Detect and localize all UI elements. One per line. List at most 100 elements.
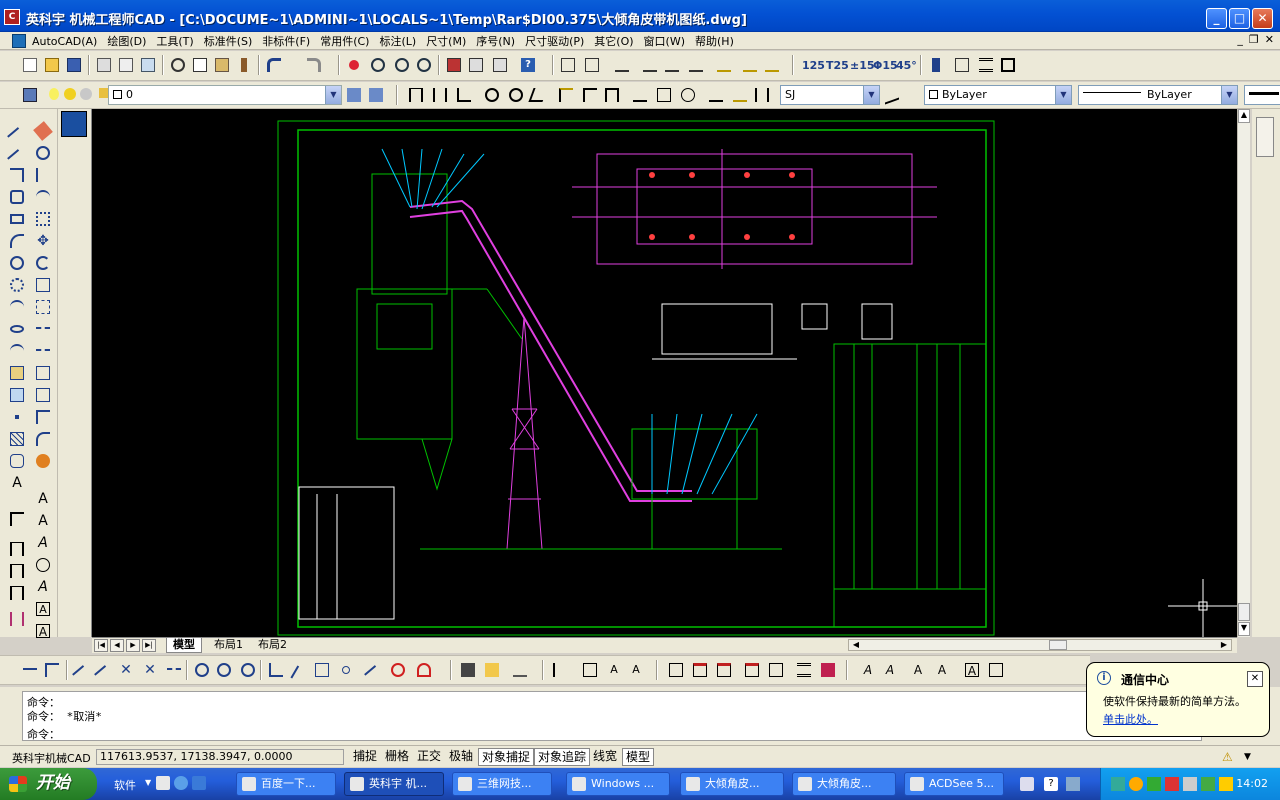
polar-toggle[interactable]: 极轴 bbox=[446, 748, 476, 766]
dim-style-6-icon[interactable] bbox=[740, 55, 760, 75]
calculator-icon[interactable] bbox=[818, 660, 838, 680]
dim-plusminus[interactable]: ±15 bbox=[850, 59, 875, 72]
redo-icon[interactable] bbox=[304, 55, 324, 75]
snap-midpoint-icon[interactable] bbox=[94, 660, 114, 685]
osnap-toggle[interactable]: 对象捕捉 bbox=[478, 748, 535, 766]
text-tool-b-icon[interactable]: A bbox=[880, 660, 900, 680]
tool-b-icon[interactable] bbox=[580, 660, 600, 680]
quicklaunch-software[interactable]: 软件 bbox=[114, 777, 136, 793]
linetype-dropdown[interactable]: ByLayer ▼ bbox=[1078, 85, 1238, 105]
task-baidu[interactable]: 百度一下... bbox=[236, 772, 336, 796]
text-justify-icon[interactable]: A bbox=[33, 621, 53, 641]
text-tool-c-icon[interactable]: A bbox=[908, 660, 928, 680]
vertical-scrollbar[interactable]: ▲ ▼ bbox=[1237, 109, 1250, 637]
quicklaunch-chevron-icon[interactable]: ▼ bbox=[145, 778, 151, 787]
volume-icon[interactable] bbox=[1183, 777, 1197, 791]
text-tool-e-icon[interactable]: A bbox=[962, 660, 982, 680]
snap-endpoint-icon[interactable] bbox=[72, 660, 92, 685]
mirror-icon[interactable] bbox=[33, 165, 53, 185]
help-icon[interactable]: ? bbox=[518, 55, 538, 75]
dim-text-edit-icon[interactable] bbox=[730, 85, 750, 105]
publish-icon[interactable] bbox=[138, 55, 158, 75]
model-space-toggle[interactable]: 模型 bbox=[622, 748, 655, 766]
undo-icon[interactable] bbox=[264, 55, 284, 75]
paste-icon[interactable] bbox=[212, 55, 232, 75]
break-at-point-icon[interactable] bbox=[33, 363, 53, 383]
table-b-icon[interactable] bbox=[690, 660, 710, 680]
ellipse-arc-icon[interactable] bbox=[7, 341, 27, 361]
properties-icon[interactable] bbox=[444, 55, 464, 75]
ellipse-icon[interactable] bbox=[7, 319, 27, 339]
grid-table-icon[interactable] bbox=[558, 55, 578, 75]
print-plot-icon[interactable] bbox=[458, 660, 478, 680]
tool-palettes-icon[interactable] bbox=[490, 55, 510, 75]
keyboard-icon[interactable] bbox=[1020, 777, 1034, 791]
osnap-settings-icon[interactable] bbox=[414, 660, 434, 680]
dim-edit-text-icon[interactable] bbox=[706, 85, 726, 105]
dim-angle[interactable]: 45° bbox=[896, 59, 917, 72]
scroll-down-icon[interactable]: ▼ bbox=[1238, 622, 1250, 636]
point-icon[interactable] bbox=[7, 407, 27, 427]
dock-tab-icon[interactable] bbox=[1256, 117, 1274, 157]
arc-icon[interactable] bbox=[7, 231, 27, 251]
make-block-icon[interactable] bbox=[7, 385, 27, 405]
copy-icon[interactable] bbox=[190, 55, 210, 75]
warning-icon[interactable]: ⚠ bbox=[1222, 750, 1238, 764]
explode-icon[interactable] bbox=[33, 451, 53, 471]
grid-toggle[interactable]: 栅格 bbox=[382, 748, 412, 766]
snap-insert-icon[interactable] bbox=[312, 660, 332, 680]
text-italic-icon[interactable]: A bbox=[33, 533, 53, 553]
insert-block-icon[interactable] bbox=[7, 363, 27, 383]
copy-object-icon[interactable] bbox=[33, 143, 53, 163]
tab-layout2[interactable]: 布局2 bbox=[252, 638, 293, 653]
fillet-icon[interactable] bbox=[33, 429, 53, 449]
dim-baseline-left-icon[interactable] bbox=[7, 583, 27, 603]
angular-dim-icon[interactable] bbox=[528, 85, 548, 105]
new-file-icon[interactable] bbox=[20, 55, 40, 75]
tray-expand-icon[interactable] bbox=[1066, 777, 1080, 791]
quick-dim-icon[interactable] bbox=[556, 85, 576, 105]
aligned-dim-icon[interactable] bbox=[430, 85, 450, 105]
offset-icon[interactable] bbox=[33, 187, 53, 207]
line-icon[interactable] bbox=[7, 121, 27, 147]
make-current-layer-icon[interactable] bbox=[344, 85, 364, 105]
document-icon[interactable] bbox=[12, 34, 26, 48]
menu-nonstandard-parts[interactable]: 非标件(F) bbox=[260, 33, 318, 49]
snap-apparent-intersection-icon[interactable]: ✕ bbox=[140, 660, 160, 680]
array-icon[interactable] bbox=[33, 209, 53, 229]
menu-other[interactable]: 其它(O) bbox=[592, 33, 641, 49]
tab-first-icon[interactable]: |◀ bbox=[94, 639, 108, 652]
dim-style-manager-icon[interactable] bbox=[882, 85, 902, 105]
command-window[interactable]: 命令： 命令： *取消* 命令： bbox=[22, 691, 1202, 741]
radius-dim-icon[interactable] bbox=[482, 85, 502, 105]
linear-dim-icon[interactable] bbox=[406, 85, 426, 105]
balloon-close-icon[interactable]: ✕ bbox=[1247, 671, 1263, 687]
rotate-icon[interactable] bbox=[33, 253, 53, 273]
hscroll-thumb[interactable] bbox=[1049, 640, 1067, 650]
continue-dim-icon[interactable] bbox=[602, 85, 622, 105]
table-icon[interactable] bbox=[582, 55, 602, 75]
cut-icon[interactable] bbox=[168, 55, 188, 75]
single-line-text-icon[interactable]: A bbox=[33, 489, 53, 509]
menu-autocad[interactable]: AutoCAD(A) bbox=[30, 33, 105, 49]
text-style-dropdown[interactable]: SJ ▼ bbox=[780, 85, 880, 105]
snap-tangent-icon[interactable] bbox=[238, 660, 258, 680]
zoom-realtime-icon[interactable] bbox=[368, 55, 388, 75]
zoom-previous-icon[interactable] bbox=[414, 55, 434, 75]
tool-a-icon[interactable] bbox=[550, 660, 570, 680]
dim-diameter[interactable]: Φ15 bbox=[873, 59, 898, 72]
mdi-restore-button[interactable]: ❐ bbox=[1249, 33, 1259, 46]
menu-balloon-number[interactable]: 序号(N) bbox=[474, 33, 523, 49]
scale-icon[interactable] bbox=[33, 275, 53, 295]
coordinate-readout[interactable]: 117613.9537, 17138.3947, 0.0000 bbox=[96, 749, 344, 765]
ordinate-dim-icon[interactable] bbox=[454, 85, 474, 105]
task-windows[interactable]: Windows ... bbox=[566, 772, 670, 796]
tab-last-icon[interactable]: ▶| bbox=[142, 639, 156, 652]
menu-help[interactable]: 帮助(H) bbox=[693, 33, 742, 49]
snap-center-icon[interactable] bbox=[192, 660, 212, 680]
task-cad[interactable]: 英科宇 机... bbox=[344, 772, 444, 796]
menu-common-parts[interactable]: 常用件(C) bbox=[318, 33, 377, 49]
tab-model[interactable]: 模型 bbox=[166, 638, 202, 653]
app-icon[interactable]: C bbox=[4, 9, 20, 25]
task-conveyor-2[interactable]: 大倾角皮... bbox=[792, 772, 896, 796]
